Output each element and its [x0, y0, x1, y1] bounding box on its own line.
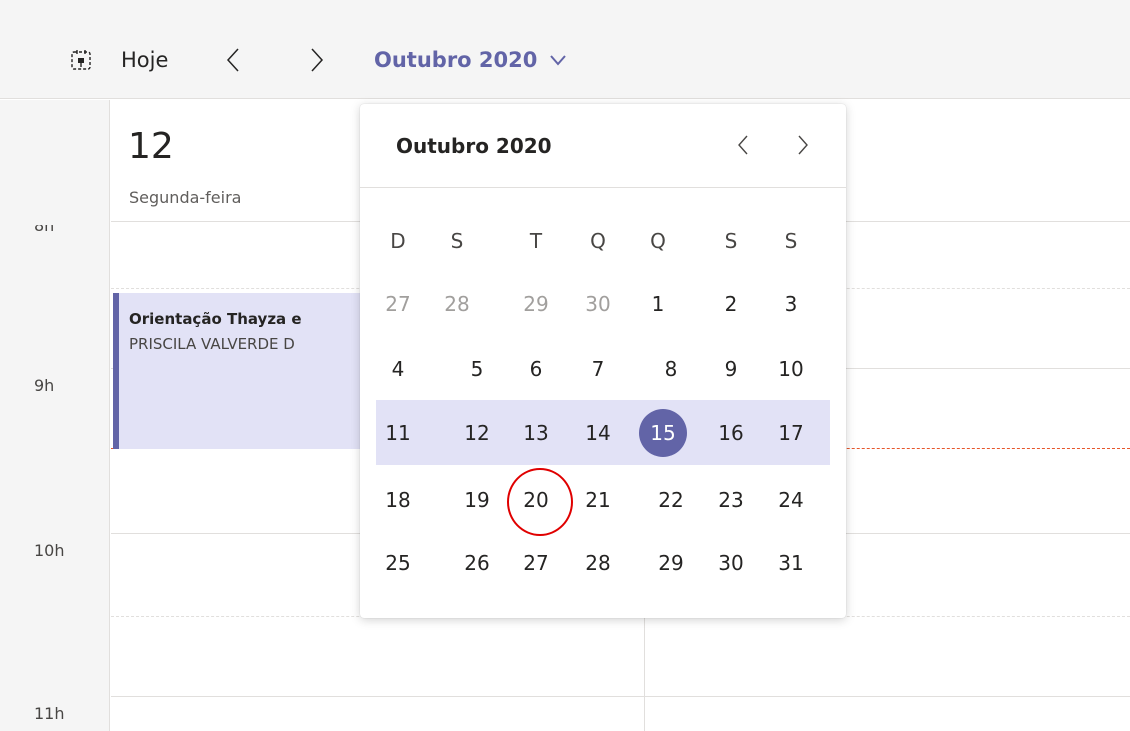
weekday-label: S	[450, 229, 464, 253]
annotation-circle	[507, 468, 573, 536]
day-cell[interactable]: 23	[707, 480, 755, 520]
today-calendar-icon[interactable]	[66, 45, 96, 75]
day-cell[interactable]: 3	[767, 284, 815, 324]
day-cell[interactable]: 9	[707, 349, 755, 389]
day-cell[interactable]: 22	[647, 480, 695, 520]
day-cell[interactable]: 1	[634, 284, 682, 324]
date-picker-header: Outubro 2020	[360, 104, 846, 188]
hour-label: 10h	[34, 541, 65, 560]
chevron-right-icon[interactable]	[302, 45, 332, 75]
day-name: Segunda-feira	[129, 188, 242, 207]
weekday-label: T	[529, 229, 543, 253]
weekday-label: D	[390, 229, 406, 253]
chevron-left-icon[interactable]	[728, 130, 758, 160]
day-cell[interactable]: 30	[574, 284, 622, 324]
day-cell-selected[interactable]: 15	[639, 413, 687, 453]
day-cell[interactable]: 2	[707, 284, 755, 324]
day-cell[interactable]: 18	[374, 480, 422, 520]
event-organizer: PRISCILA VALVERDE D	[129, 335, 295, 353]
today-button[interactable]: Hoje	[121, 46, 168, 74]
time-gutter	[0, 100, 110, 731]
weekday-label: S	[724, 229, 738, 253]
day-cell[interactable]: 13	[512, 413, 560, 453]
day-cell[interactable]: 7	[574, 349, 622, 389]
day-cell[interactable]: 26	[453, 543, 501, 583]
day-cell[interactable]: 28	[574, 543, 622, 583]
top-strip	[0, 0, 1130, 19]
hour-label: 11h	[34, 704, 65, 723]
chevron-right-icon[interactable]	[788, 130, 818, 160]
day-cell[interactable]: 29	[647, 543, 695, 583]
chevron-down-icon	[550, 55, 567, 66]
date-picker-title: Outubro 2020	[396, 134, 552, 158]
day-cell[interactable]: 28	[433, 284, 481, 324]
day-cell[interactable]: 16	[707, 413, 755, 453]
day-cell[interactable]: 5	[453, 349, 501, 389]
day-number[interactable]: 12	[128, 126, 174, 167]
day-cell[interactable]: 27	[512, 543, 560, 583]
chevron-left-icon[interactable]	[218, 45, 248, 75]
day-cell[interactable]: 21	[574, 480, 622, 520]
day-cell[interactable]: 10	[767, 349, 815, 389]
day-cell[interactable]: 17	[767, 413, 815, 453]
month-picker-button[interactable]: Outubro 2020	[374, 45, 567, 75]
day-cell[interactable]: 14	[574, 413, 622, 453]
weekday-label: Q	[650, 229, 666, 253]
event-title: Orientação Thayza e	[129, 310, 302, 328]
date-picker-popup: Outubro 2020 D S T Q Q S S 27 28 29 30 1…	[360, 104, 846, 618]
weekday-label: Q	[590, 229, 606, 253]
month-label: Outubro 2020	[374, 48, 538, 72]
day-cell[interactable]: 8	[647, 349, 695, 389]
hour-line	[111, 696, 1130, 697]
calendar-event[interactable]: Orientação Thayza e PRISCILA VALVERDE D	[113, 293, 375, 449]
day-cell[interactable]: 24	[767, 480, 815, 520]
day-cell[interactable]: 6	[512, 349, 560, 389]
day-cell[interactable]: 29	[512, 284, 560, 324]
day-cell[interactable]: 31	[767, 543, 815, 583]
day-cell[interactable]: 12	[453, 413, 501, 453]
day-cell[interactable]: 4	[374, 349, 422, 389]
calendar-toolbar: Hoje Outubro 2020	[0, 19, 1130, 99]
day-cell[interactable]: 30	[707, 543, 755, 583]
day-cell[interactable]: 11	[374, 413, 422, 453]
day-cell[interactable]: 25	[374, 543, 422, 583]
weekday-label: S	[784, 229, 798, 253]
day-cell[interactable]: 19	[453, 480, 501, 520]
day-cell[interactable]: 27	[374, 284, 422, 324]
hour-label: 9h	[34, 376, 55, 395]
